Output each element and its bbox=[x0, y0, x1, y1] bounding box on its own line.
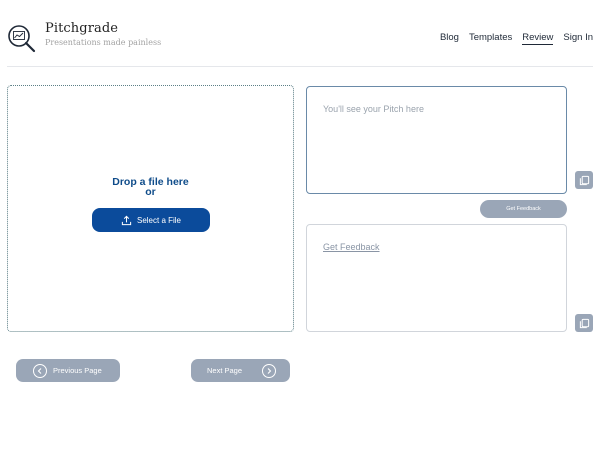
copy-pitch-button[interactable] bbox=[575, 171, 593, 189]
header-divider bbox=[7, 66, 593, 67]
magnifier-chart-icon[interactable] bbox=[7, 24, 37, 54]
copy-feedback-button[interactable] bbox=[575, 314, 593, 332]
chevron-right-icon bbox=[262, 363, 277, 378]
nav-templates[interactable]: Templates bbox=[469, 32, 512, 45]
pitch-placeholder: You'll see your Pitch here bbox=[323, 104, 424, 114]
copy-icon bbox=[579, 318, 589, 328]
get-feedback-link[interactable]: Get Feedback bbox=[323, 242, 380, 252]
file-dropzone[interactable]: Drop a file here or Select a File bbox=[7, 85, 294, 332]
pitch-output[interactable]: You'll see your Pitch here bbox=[306, 86, 567, 194]
next-page-label: Next Page bbox=[207, 366, 243, 375]
or-text: or bbox=[145, 186, 156, 198]
header: Pitchgrade Presentations made painless B… bbox=[0, 0, 600, 66]
select-file-button[interactable]: Select a File bbox=[92, 208, 210, 232]
chevron-left-icon bbox=[33, 363, 47, 378]
brand-tagline: Presentations made painless bbox=[45, 38, 162, 47]
nav-blog[interactable]: Blog bbox=[440, 32, 459, 45]
upload-icon bbox=[121, 215, 132, 225]
previous-page-button[interactable]: Previous Page bbox=[16, 359, 120, 382]
previous-page-label: Previous Page bbox=[53, 366, 102, 375]
brand-title[interactable]: Pitchgrade bbox=[45, 21, 118, 36]
copy-icon bbox=[579, 175, 589, 185]
top-nav: Blog Templates Review Sign In bbox=[440, 32, 593, 45]
select-file-label: Select a File bbox=[136, 215, 182, 225]
nav-sign-in[interactable]: Sign In bbox=[563, 32, 593, 45]
get-feedback-button[interactable]: Get Feedback bbox=[480, 200, 567, 218]
next-page-button[interactable]: Next Page bbox=[191, 359, 290, 382]
nav-review[interactable]: Review bbox=[522, 32, 554, 45]
feedback-output[interactable]: Get Feedback bbox=[306, 224, 567, 332]
